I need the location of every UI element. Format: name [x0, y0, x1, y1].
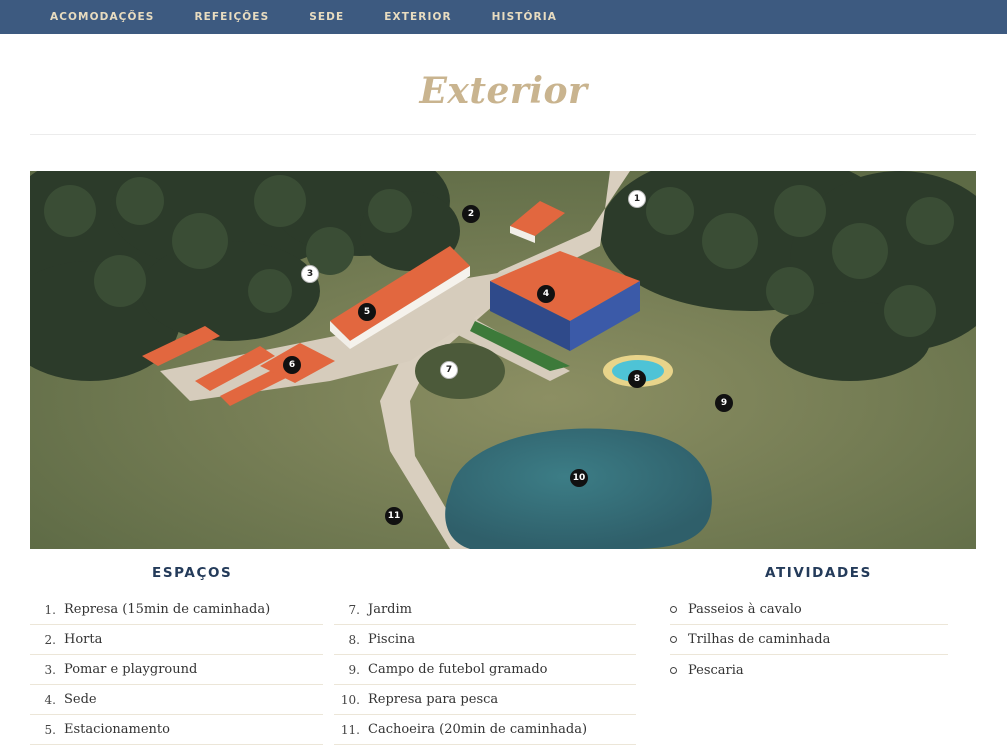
nav-acomodacoes[interactable]: ACOMODAÇÕES — [50, 11, 154, 23]
map-marker-1[interactable]: 1 — [628, 190, 646, 208]
list-item: 11. Cachoeira (20min de caminhada) — [334, 715, 636, 745]
nav-exterior[interactable]: EXTERIOR — [384, 11, 451, 23]
item-number: 7. — [348, 602, 360, 617]
list-item: Pescaria — [670, 655, 948, 685]
item-number: 3. — [44, 662, 56, 677]
item-label: Estacionamento — [64, 722, 170, 737]
item-number: 4. — [44, 692, 56, 707]
list-item: Passeios à cavalo — [670, 595, 948, 625]
item-label: Jardim — [368, 602, 412, 617]
list-item: Trilhas de caminhada — [670, 625, 948, 655]
map-marker-10[interactable]: 10 — [570, 469, 588, 487]
item-number: 2. — [44, 632, 56, 647]
atividades-list: Passeios à cavalo Trilhas de caminhada P… — [670, 595, 948, 685]
nav-sede[interactable]: SEDE — [309, 11, 344, 23]
espacos-list-2: 7. Jardim 8. Piscina 9. Campo de futebol gr… — [334, 595, 636, 745]
title-divider — [30, 134, 976, 135]
item-label: Trilhas de caminhada — [688, 632, 831, 647]
item-number: 11. — [340, 722, 360, 737]
map-illustration — [30, 171, 976, 549]
list-item: 5. Estacionamento — [30, 715, 323, 745]
item-label: Piscina — [368, 632, 416, 647]
list-item: 3. Pomar e playground — [30, 655, 323, 685]
item-label: Represa (15min de caminhada) — [64, 602, 271, 617]
item-label: Represa para pesca — [368, 692, 499, 707]
bullet-icon — [670, 666, 677, 674]
map-marker-4[interactable]: 4 — [537, 285, 555, 303]
item-label: Pomar e playground — [64, 662, 198, 677]
page-title: Exterior — [419, 70, 588, 112]
atividades-heading: ATIVIDADES — [765, 565, 872, 581]
list-item: 9. Campo de futebol gramado — [334, 655, 636, 685]
list-item: 8. Piscina — [334, 625, 636, 655]
map-marker-5[interactable]: 5 — [358, 303, 376, 321]
map-marker-9[interactable]: 9 — [715, 394, 733, 412]
map-marker-2[interactable]: 2 — [462, 205, 480, 223]
espacos-list-1: 1. Represa (15min de caminhada) 2. Horta 3… — [30, 595, 323, 745]
list-item: 2. Horta — [30, 625, 323, 655]
list-item: 7. Jardim — [334, 595, 636, 625]
item-label: Pescaria — [688, 662, 744, 678]
map-marker-11[interactable]: 11 — [385, 507, 403, 525]
nav-refeicoes[interactable]: REFEIÇÕES — [194, 11, 269, 23]
item-label: Horta — [64, 632, 103, 647]
bullet-icon — [670, 636, 677, 643]
item-number: 8. — [348, 632, 360, 647]
list-item: 4. Sede — [30, 685, 323, 715]
map-marker-7[interactable]: 7 — [440, 361, 458, 379]
item-number: 9. — [348, 662, 360, 677]
item-label: Sede — [64, 692, 97, 707]
bullet-icon — [670, 606, 677, 613]
top-navigation: ACOMODAÇÕES REFEIÇÕES SEDE EXTERIOR HIST… — [0, 0, 1007, 34]
map-marker-6[interactable]: 6 — [283, 356, 301, 374]
map-marker-3[interactable]: 3 — [301, 265, 319, 283]
item-number: 5. — [44, 722, 56, 737]
item-number: 1. — [44, 602, 56, 617]
item-label: Passeios à cavalo — [688, 602, 802, 617]
property-map: 1 2 3 4 5 6 7 8 9 10 11 — [30, 171, 976, 549]
item-label: Campo de futebol gramado — [368, 662, 548, 677]
espacos-heading: ESPAÇOS — [152, 565, 233, 581]
list-item: 10. Represa para pesca — [334, 685, 636, 715]
item-label: Cachoeira (20min de caminhada) — [368, 722, 588, 737]
map-marker-8[interactable]: 8 — [628, 370, 646, 388]
nav-historia[interactable]: HISTÓRIA — [492, 11, 557, 23]
item-number: 10. — [340, 692, 360, 707]
list-item: 1. Represa (15min de caminhada) — [30, 595, 323, 625]
